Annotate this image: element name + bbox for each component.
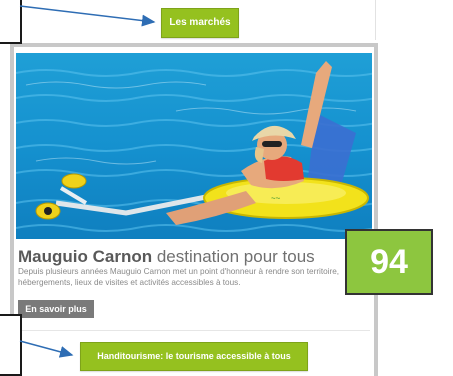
annotation-box-bottom (0, 314, 22, 376)
handitourisme-link-button[interactable]: Handitourisme: le tourisme accessible à … (80, 342, 308, 371)
card-divider (18, 330, 370, 331)
les-marches-button[interactable]: Les marchés (161, 8, 239, 38)
card-title-bold: Mauguio Carnon (18, 247, 153, 266)
svg-text:~~: ~~ (271, 194, 281, 203)
more-info-button[interactable]: En savoir plus (18, 300, 94, 318)
card-title-rest: destination pour tous (152, 247, 315, 266)
card-title: Mauguio Carnon destination pour tous (18, 247, 315, 267)
card-description: Depuis plusieurs années Mauguio Carnon m… (18, 267, 340, 287)
card-photo: ~~ (16, 53, 372, 239)
number-badge: 94 (345, 229, 433, 295)
annotation-box-top (0, 0, 22, 44)
